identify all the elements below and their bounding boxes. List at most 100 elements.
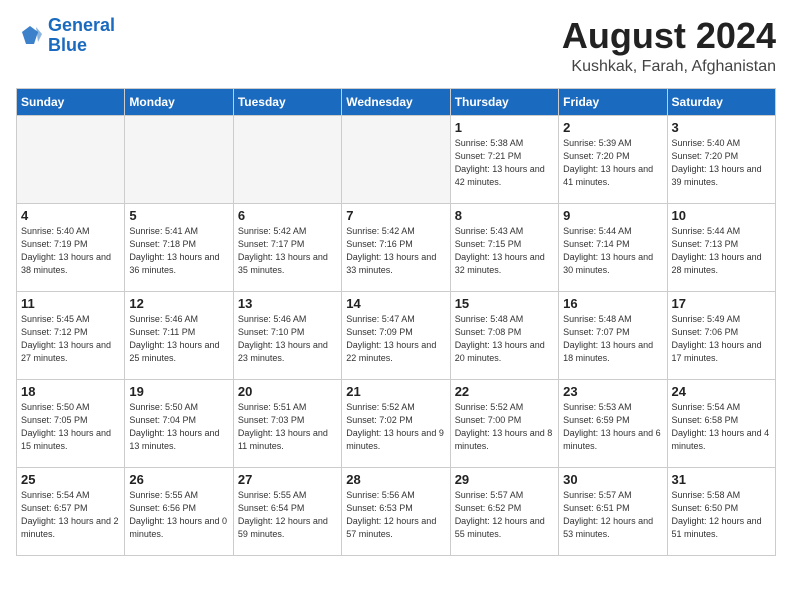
- day-info: Sunrise: 5:40 AM Sunset: 7:19 PM Dayligh…: [21, 225, 120, 277]
- logo: General Blue: [16, 16, 115, 56]
- day-number: 31: [672, 472, 771, 487]
- day-info: Sunrise: 5:42 AM Sunset: 7:16 PM Dayligh…: [346, 225, 445, 277]
- day-number: 5: [129, 208, 228, 223]
- day-info: Sunrise: 5:53 AM Sunset: 6:59 PM Dayligh…: [563, 401, 662, 453]
- logo-text: General Blue: [48, 16, 115, 56]
- day-info: Sunrise: 5:48 AM Sunset: 7:08 PM Dayligh…: [455, 313, 554, 365]
- weekday-monday: Monday: [125, 88, 233, 115]
- day-cell: 15 Sunrise: 5:48 AM Sunset: 7:08 PM Dayli…: [450, 291, 558, 379]
- day-number: 18: [21, 384, 120, 399]
- day-number: 7: [346, 208, 445, 223]
- day-info: Sunrise: 5:46 AM Sunset: 7:11 PM Dayligh…: [129, 313, 228, 365]
- day-info: Sunrise: 5:39 AM Sunset: 7:20 PM Dayligh…: [563, 137, 662, 189]
- day-cell: 25Sunrise: 5:54 AM Sunset: 6:57 PM Dayli…: [17, 467, 125, 555]
- week-row-5: 25Sunrise: 5:54 AM Sunset: 6:57 PM Dayli…: [17, 467, 776, 555]
- day-number: 16: [563, 296, 662, 311]
- day-info: Sunrise: 5:51 AM Sunset: 7:03 PM Dayligh…: [238, 401, 337, 453]
- day-number: 1: [455, 120, 554, 135]
- day-cell: 5 Sunrise: 5:41 AM Sunset: 7:18 PM Daylig…: [125, 203, 233, 291]
- day-info: Sunrise: 5:50 AM Sunset: 7:04 PM Dayligh…: [129, 401, 228, 453]
- day-cell: 26 Sunrise: 5:55 AM Sunset: 6:56 PM Dayli…: [125, 467, 233, 555]
- day-number: 19: [129, 384, 228, 399]
- day-cell: 11 Sunrise: 5:45 AM Sunset: 7:12 PM Dayli…: [17, 291, 125, 379]
- day-cell: 18 Sunrise: 5:50 AM Sunset: 7:05 PM Dayli…: [17, 379, 125, 467]
- day-cell: 13 Sunrise: 5:46 AM Sunset: 7:10 PM Dayli…: [233, 291, 341, 379]
- week-row-3: 11 Sunrise: 5:45 AM Sunset: 7:12 PM Dayli…: [17, 291, 776, 379]
- day-cell: 7 Sunrise: 5:42 AM Sunset: 7:16 PM Daylig…: [342, 203, 450, 291]
- day-info: Sunrise: 5:57 AM Sunset: 6:51 PM Dayligh…: [563, 489, 662, 541]
- day-cell: 9 Sunrise: 5:44 AM Sunset: 7:14 PM Daylig…: [559, 203, 667, 291]
- day-cell: 10 Sunrise: 5:44 AM Sunset: 7:13 PM Dayli…: [667, 203, 775, 291]
- day-cell: 21Sunrise: 5:52 AM Sunset: 7:02 PM Dayli…: [342, 379, 450, 467]
- day-cell: 30 Sunrise: 5:57 AM Sunset: 6:51 PM Dayli…: [559, 467, 667, 555]
- day-number: 26: [129, 472, 228, 487]
- day-info: Sunrise: 5:56 AM Sunset: 6:53 PM Dayligh…: [346, 489, 445, 541]
- day-info: Sunrise: 5:57 AM Sunset: 6:52 PM Dayligh…: [455, 489, 554, 541]
- day-cell: [17, 115, 125, 203]
- day-number: 8: [455, 208, 554, 223]
- day-number: 24: [672, 384, 771, 399]
- day-cell: 8Sunrise: 5:43 AM Sunset: 7:15 PM Daylig…: [450, 203, 558, 291]
- weekday-header-row: SundayMondayTuesdayWednesdayThursdayFrid…: [17, 88, 776, 115]
- day-cell: 17 Sunrise: 5:49 AM Sunset: 7:06 PM Dayli…: [667, 291, 775, 379]
- day-info: Sunrise: 5:49 AM Sunset: 7:06 PM Dayligh…: [672, 313, 771, 365]
- week-row-4: 18 Sunrise: 5:50 AM Sunset: 7:05 PM Dayli…: [17, 379, 776, 467]
- day-number: 13: [238, 296, 337, 311]
- logo-line2: Blue: [48, 35, 87, 55]
- day-cell: 2Sunrise: 5:39 AM Sunset: 7:20 PM Daylig…: [559, 115, 667, 203]
- day-info: Sunrise: 5:52 AM Sunset: 7:02 PM Dayligh…: [346, 401, 445, 453]
- weekday-sunday: Sunday: [17, 88, 125, 115]
- day-number: 4: [21, 208, 120, 223]
- day-cell: 29Sunrise: 5:57 AM Sunset: 6:52 PM Dayli…: [450, 467, 558, 555]
- day-number: 28: [346, 472, 445, 487]
- day-cell: 20 Sunrise: 5:51 AM Sunset: 7:03 PM Dayli…: [233, 379, 341, 467]
- day-info: Sunrise: 5:55 AM Sunset: 6:54 PM Dayligh…: [238, 489, 337, 541]
- day-info: Sunrise: 5:44 AM Sunset: 7:14 PM Dayligh…: [563, 225, 662, 277]
- day-number: 15: [455, 296, 554, 311]
- day-cell: [342, 115, 450, 203]
- day-cell: 16 Sunrise: 5:48 AM Sunset: 7:07 PM Dayli…: [559, 291, 667, 379]
- weekday-thursday: Thursday: [450, 88, 558, 115]
- day-info: Sunrise: 5:41 AM Sunset: 7:18 PM Dayligh…: [129, 225, 228, 277]
- day-number: 10: [672, 208, 771, 223]
- weekday-saturday: Saturday: [667, 88, 775, 115]
- day-info: Sunrise: 5:40 AM Sunset: 7:20 PM Dayligh…: [672, 137, 771, 189]
- day-info: Sunrise: 5:58 AM Sunset: 6:50 PM Dayligh…: [672, 489, 771, 541]
- day-number: 17: [672, 296, 771, 311]
- weekday-wednesday: Wednesday: [342, 88, 450, 115]
- day-number: 27: [238, 472, 337, 487]
- weekday-tuesday: Tuesday: [233, 88, 341, 115]
- page-header: General Blue August 2024 Kushkak, Farah,…: [16, 16, 776, 76]
- day-number: 20: [238, 384, 337, 399]
- day-number: 23: [563, 384, 662, 399]
- day-info: Sunrise: 5:44 AM Sunset: 7:13 PM Dayligh…: [672, 225, 771, 277]
- day-cell: 28 Sunrise: 5:56 AM Sunset: 6:53 PM Dayli…: [342, 467, 450, 555]
- day-info: Sunrise: 5:54 AM Sunset: 6:58 PM Dayligh…: [672, 401, 771, 453]
- day-number: 9: [563, 208, 662, 223]
- month-year: August 2024: [562, 16, 776, 56]
- day-info: Sunrise: 5:46 AM Sunset: 7:10 PM Dayligh…: [238, 313, 337, 365]
- day-info: Sunrise: 5:48 AM Sunset: 7:07 PM Dayligh…: [563, 313, 662, 365]
- day-cell: 23 Sunrise: 5:53 AM Sunset: 6:59 PM Dayli…: [559, 379, 667, 467]
- day-cell: [125, 115, 233, 203]
- day-cell: [233, 115, 341, 203]
- day-cell: 1 Sunrise: 5:38 AM Sunset: 7:21 PM Daylig…: [450, 115, 558, 203]
- day-cell: 6Sunrise: 5:42 AM Sunset: 7:17 PM Daylig…: [233, 203, 341, 291]
- day-number: 3: [672, 120, 771, 135]
- day-info: Sunrise: 5:55 AM Sunset: 6:56 PM Dayligh…: [129, 489, 228, 541]
- day-info: Sunrise: 5:52 AM Sunset: 7:00 PM Dayligh…: [455, 401, 554, 453]
- title-block: August 2024 Kushkak, Farah, Afghanistan: [562, 16, 776, 76]
- calendar-body: 1 Sunrise: 5:38 AM Sunset: 7:21 PM Daylig…: [17, 115, 776, 555]
- day-info: Sunrise: 5:45 AM Sunset: 7:12 PM Dayligh…: [21, 313, 120, 365]
- day-number: 12: [129, 296, 228, 311]
- week-row-1: 1 Sunrise: 5:38 AM Sunset: 7:21 PM Daylig…: [17, 115, 776, 203]
- day-info: Sunrise: 5:38 AM Sunset: 7:21 PM Dayligh…: [455, 137, 554, 189]
- day-info: Sunrise: 5:50 AM Sunset: 7:05 PM Dayligh…: [21, 401, 120, 453]
- day-number: 30: [563, 472, 662, 487]
- day-cell: 3 Sunrise: 5:40 AM Sunset: 7:20 PM Daylig…: [667, 115, 775, 203]
- day-cell: 27 Sunrise: 5:55 AM Sunset: 6:54 PM Dayli…: [233, 467, 341, 555]
- weekday-friday: Friday: [559, 88, 667, 115]
- day-number: 11: [21, 296, 120, 311]
- day-cell: 24 Sunrise: 5:54 AM Sunset: 6:58 PM Dayli…: [667, 379, 775, 467]
- day-cell: 19 Sunrise: 5:50 AM Sunset: 7:04 PM Dayli…: [125, 379, 233, 467]
